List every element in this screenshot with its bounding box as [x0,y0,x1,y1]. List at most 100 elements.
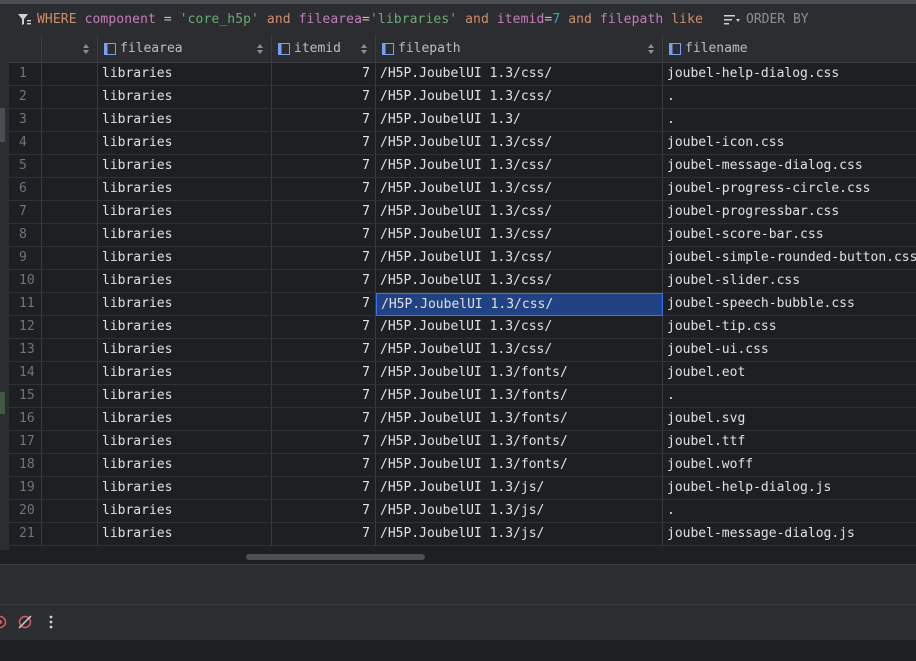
cell-blank[interactable] [42,86,98,109]
cell-filename[interactable]: joubel-simple-rounded-button.css [663,247,916,270]
more-options-icon[interactable] [43,614,59,630]
cell-filepath[interactable]: /H5P.JoubelUI 1.3/js/ [376,477,663,500]
cell-filename[interactable]: joubel-help-dialog.css [663,63,916,86]
cell-filearea[interactable]: libraries [98,86,272,109]
cell-filearea[interactable]: libraries [98,293,272,316]
cell-filename[interactable]: joubel-icon.css [663,132,916,155]
scrollbar-thumb[interactable] [246,554,425,560]
table-row[interactable]: 10 libraries 7/H5P.JoubelUI 1.3/css/joubel… [9,270,916,293]
cell-filearea[interactable]: libraries [98,362,272,385]
cell-filepath[interactable]: /H5P.JoubelUI 1.3/css/ [376,316,663,339]
cell-filepath[interactable]: /H5P.JoubelUI 1.3/css/ [376,293,663,316]
cell-blank[interactable] [42,178,98,201]
cell-filename[interactable]: joubel-score-bar.css [663,224,916,247]
cell-blank[interactable] [42,155,98,178]
cell-filepath[interactable]: /H5P.JoubelUI 1.3/fonts/ [376,385,663,408]
cell-filearea[interactable]: libraries [98,155,272,178]
column-header-blank[interactable] [42,35,98,63]
table-row[interactable]: 5 libraries 7/H5P.JoubelUI 1.3/css/joubel-… [9,155,916,178]
cell-blank[interactable] [42,63,98,86]
cell-itemid[interactable]: 7 [272,408,376,431]
cell-blank[interactable] [42,201,98,224]
cell-itemid[interactable]: 7 [272,109,376,132]
table-row[interactable]: 16 libraries 7/H5P.JoubelUI 1.3/fonts/joub… [9,408,916,431]
cell-filearea[interactable]: libraries [98,523,272,546]
cell-blank[interactable] [42,385,98,408]
cell-blank[interactable] [42,132,98,155]
cell-itemid[interactable]: 7 [272,500,376,523]
breakpoint-icon[interactable] [0,614,8,630]
table-row[interactable]: 4 libraries 7/H5P.JoubelUI 1.3/css/joubel-… [9,132,916,155]
sort-icon[interactable] [648,43,654,58]
cell-filearea[interactable]: libraries [98,247,272,270]
cell-blank[interactable] [42,247,98,270]
cell-filearea[interactable]: libraries [98,109,272,132]
cell-filename[interactable]: joubel.woff [663,454,916,477]
cell-filepath[interactable]: /H5P.JoubelUI 1.3/css/ [376,224,663,247]
cell-filearea[interactable]: libraries [98,500,272,523]
cell-blank[interactable] [42,500,98,523]
cell-filepath[interactable]: /H5P.JoubelUI 1.3/js/ [376,523,663,546]
cell-itemid[interactable]: 7 [272,339,376,362]
cell-filename[interactable]: . [663,500,916,523]
cell-filearea[interactable]: libraries [98,201,272,224]
cell-filearea[interactable]: libraries [98,431,272,454]
cell-filename[interactable]: joubel-message-dialog.js [663,523,916,546]
cell-itemid[interactable]: 7 [272,454,376,477]
cell-blank[interactable] [42,408,98,431]
cell-filename[interactable]: joubel-progressbar.css [663,201,916,224]
table-row[interactable]: 6 libraries 7/H5P.JoubelUI 1.3/css/joubel-… [9,178,916,201]
cell-filepath[interactable]: /H5P.JoubelUI 1.3/fonts/ [376,454,663,477]
table-row[interactable]: 7 libraries 7/H5P.JoubelUI 1.3/css/joubel-… [9,201,916,224]
cell-filearea[interactable]: libraries [98,408,272,431]
table-row[interactable]: 17 libraries 7/H5P.JoubelUI 1.3/fonts/joub… [9,431,916,454]
table-row[interactable]: 20 libraries 7/H5P.JoubelUI 1.3/js/. [9,500,916,523]
cell-filearea[interactable]: libraries [98,339,272,362]
table-row[interactable]: 18 libraries 7/H5P.JoubelUI 1.3/fonts/joub… [9,454,916,477]
cell-itemid[interactable]: 7 [272,293,376,316]
column-header-filename[interactable]: filename [663,35,916,63]
cell-itemid[interactable]: 7 [272,270,376,293]
cell-itemid[interactable]: 7 [272,224,376,247]
cell-blank[interactable] [42,523,98,546]
cell-blank[interactable] [42,362,98,385]
cell-filename[interactable]: joubel.ttf [663,431,916,454]
table-row[interactable]: 3 libraries 7/H5P.JoubelUI 1.3/. [9,109,916,132]
results-grid[interactable]: filearea itemid filepath filename 1 libra… [9,35,916,550]
sort-icon[interactable] [257,43,263,58]
table-row[interactable]: 1 libraries 7/H5P.JoubelUI 1.3/css/joubel-… [9,63,916,86]
cell-filepath[interactable]: /H5P.JoubelUI 1.3/fonts/ [376,431,663,454]
cell-filename[interactable]: joubel-ui.css [663,339,916,362]
table-row[interactable]: 8 libraries 7/H5P.JoubelUI 1.3/css/joubel-… [9,224,916,247]
table-row[interactable]: 13 libraries 7/H5P.JoubelUI 1.3/css/joubel… [9,339,916,362]
cell-filename[interactable]: joubel-help-dialog.js [663,477,916,500]
cell-filename[interactable]: joubel-message-dialog.css [663,155,916,178]
cell-filename[interactable]: . [663,109,916,132]
filter-icon[interactable] [17,13,31,27]
order-by-icon[interactable] [724,14,740,26]
sort-icon[interactable] [83,43,89,58]
cell-itemid[interactable]: 7 [272,385,376,408]
cell-filename[interactable]: joubel.eot [663,362,916,385]
cell-blank[interactable] [42,316,98,339]
cell-blank[interactable] [42,477,98,500]
cell-itemid[interactable]: 7 [272,155,376,178]
cell-filearea[interactable]: libraries [98,224,272,247]
column-header-filepath[interactable]: filepath [376,35,663,63]
cell-filepath[interactable]: /H5P.JoubelUI 1.3/js/ [376,500,663,523]
cell-filepath[interactable]: /H5P.JoubelUI 1.3/fonts/ [376,408,663,431]
cell-filepath[interactable]: /H5P.JoubelUI 1.3/css/ [376,178,663,201]
table-row[interactable]: 19 libraries 7/H5P.JoubelUI 1.3/js/joubel-… [9,477,916,500]
cell-blank[interactable] [42,431,98,454]
order-by-input[interactable]: ORDER BY [746,12,809,27]
cell-filepath[interactable]: /H5P.JoubelUI 1.3/css/ [376,63,663,86]
table-row[interactable]: 15 libraries 7/H5P.JoubelUI 1.3/fonts/. [9,385,916,408]
cell-itemid[interactable]: 7 [272,201,376,224]
cell-filename[interactable]: joubel-speech-bubble.css [663,293,916,316]
cell-filepath[interactable]: /H5P.JoubelUI 1.3/fonts/ [376,362,663,385]
cell-itemid[interactable]: 7 [272,431,376,454]
sort-icon[interactable] [361,43,367,58]
cell-filepath[interactable]: /H5P.JoubelUI 1.3/ [376,109,663,132]
cell-itemid[interactable]: 7 [272,477,376,500]
table-row[interactable]: 2 libraries 7/H5P.JoubelUI 1.3/css/. [9,86,916,109]
